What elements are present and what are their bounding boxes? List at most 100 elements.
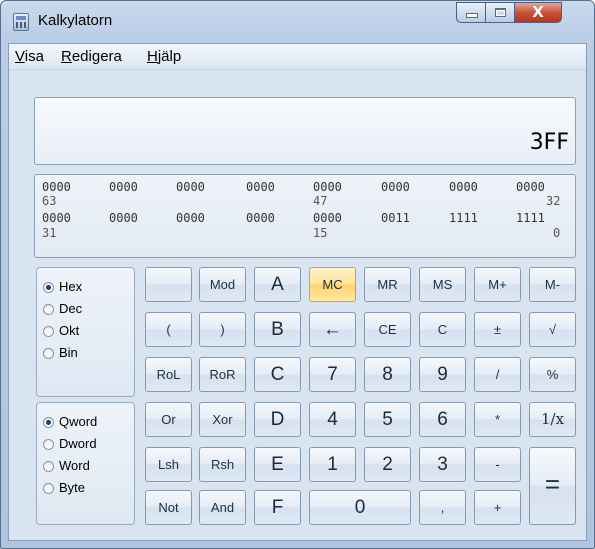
maximize-button[interactable] [485,2,514,23]
decimal-separator-button[interactable]: , [419,490,466,525]
maximize-icon [494,8,506,17]
digit-9-button[interactable]: 9 [419,357,466,392]
plus-button[interactable]: + [474,490,521,525]
digit-3-button[interactable]: 3 [419,447,466,482]
bit-group[interactable]: 0000 [313,180,342,194]
rotate-left-button[interactable]: RoL [145,357,192,392]
equals-button[interactable]: = [529,447,576,525]
hex-b-button[interactable]: B [254,312,301,347]
bit-group[interactable]: 0000 [449,180,478,194]
multiply-button[interactable]: * [474,402,521,437]
bit-group[interactable]: 0000 [109,211,138,225]
blank-button[interactable] [145,267,192,302]
memory-add-button[interactable]: M+ [474,267,521,302]
hex-c-button[interactable]: C [254,357,301,392]
word-size-group: Qword Dword Word Byte [36,402,135,525]
backspace-button[interactable]: ← [309,312,356,347]
number-base-group: Hex Dec Okt Bin [36,267,135,397]
memory-subtract-button[interactable]: M- [529,267,576,302]
display-value: 3FF [529,130,569,155]
radio-bin-indicator [43,348,54,359]
bit-group[interactable]: 0000 [246,180,275,194]
hex-a-button[interactable]: A [254,267,301,302]
radio-dec-label: Dec [59,301,83,316]
radio-okt-label: Okt [59,323,80,338]
digit-7-button[interactable]: 7 [309,357,356,392]
clear-entry-button[interactable]: CE [364,312,411,347]
digit-5-button[interactable]: 5 [364,402,411,437]
bit-group[interactable]: 1111 [449,211,478,225]
bit-group[interactable]: 0000 [381,180,410,194]
radio-word-indicator [43,461,54,472]
clear-button[interactable]: C [419,312,466,347]
rotate-right-button[interactable]: RoR [199,357,246,392]
hex-e-button[interactable]: E [254,447,301,482]
result-display: 3FF [34,97,576,165]
radio-bin-label: Bin [59,345,78,360]
memory-store-button[interactable]: MS [419,267,466,302]
and-button[interactable]: And [199,490,246,525]
calculator-window: Kalkylatorn X Visa Redigera Hjälp 3FF 00… [0,0,595,549]
xor-button[interactable]: Xor [199,402,246,437]
memory-recall-button[interactable]: MR [364,267,411,302]
menu-redigera-mnemonic: R [61,48,72,65]
digit-8-button[interactable]: 8 [364,357,411,392]
not-button[interactable]: Not [145,490,192,525]
calculator-app-icon[interactable] [13,13,29,31]
right-shift-button[interactable]: Rsh [199,447,246,482]
bit-group[interactable]: 0000 [176,180,205,194]
menu-visa[interactable]: Visa [15,48,44,65]
bit-position-label: 0 [553,226,561,240]
bit-group[interactable]: 0000 [313,211,342,225]
bit-position-label: 15 [313,226,328,240]
digit-6-button[interactable]: 6 [419,402,466,437]
minimize-button[interactable] [456,2,486,23]
square-root-button[interactable]: √ [529,312,576,347]
client-area: Visa Redigera Hjälp 3FF 0000 0000 0000 0… [8,43,587,541]
percent-button[interactable]: % [529,357,576,392]
radio-word-label: Word [59,458,90,473]
menu-redigera-label: edigera [71,48,122,65]
digit-1-button[interactable]: 1 [309,447,356,482]
radio-okt-indicator [43,326,54,337]
radio-dec-indicator [43,304,54,315]
radio-byte-indicator [43,483,54,494]
menu-bar: Visa Redigera Hjälp [9,44,586,70]
close-button[interactable]: X [514,2,562,23]
menu-redigera[interactable]: Redigera [61,48,122,65]
radio-dword-label: Dword [59,436,97,451]
bit-group[interactable]: 0000 [176,211,205,225]
bit-group[interactable]: 0000 [246,211,275,225]
bit-group[interactable]: 0000 [42,211,71,225]
menu-visa-mnemonic: V [15,48,25,65]
left-shift-button[interactable]: Lsh [145,447,192,482]
bit-position-label: 31 [42,226,57,240]
hex-d-button[interactable]: D [254,402,301,437]
close-icon: X [532,3,544,21]
radio-hex-label: Hex [59,279,83,294]
digit-4-button[interactable]: 4 [309,402,356,437]
left-paren-button[interactable]: ( [145,312,192,347]
bit-display: 0000 0000 0000 0000 0000 0000 0000 0000 … [34,174,576,258]
menu-visa-label: isa [24,48,44,65]
or-button[interactable]: Or [145,402,192,437]
radio-byte-label: Byte [59,480,86,495]
memory-clear-button[interactable]: MC [309,267,356,302]
bit-group[interactable]: 0000 [42,180,71,194]
bit-group[interactable]: 0011 [381,211,410,225]
mod-button[interactable]: Mod [199,267,246,302]
bit-group[interactable]: 0000 [109,180,138,194]
menu-hjalp[interactable]: Hjälp [147,48,181,65]
digit-0-button[interactable]: 0 [309,490,411,525]
right-paren-button[interactable]: ) [199,312,246,347]
radio-dword-indicator [43,439,54,450]
minus-button[interactable]: - [474,447,521,482]
hex-f-button[interactable]: F [254,490,301,525]
digit-2-button[interactable]: 2 [364,447,411,482]
bit-group[interactable]: 0000 [516,180,545,194]
reciprocal-button[interactable]: 1/x [529,402,576,437]
bit-group[interactable]: 1111 [516,211,545,225]
title-bar[interactable]: Kalkylatorn X [1,1,594,43]
divide-button[interactable]: / [474,357,521,392]
plus-minus-button[interactable]: ± [474,312,521,347]
